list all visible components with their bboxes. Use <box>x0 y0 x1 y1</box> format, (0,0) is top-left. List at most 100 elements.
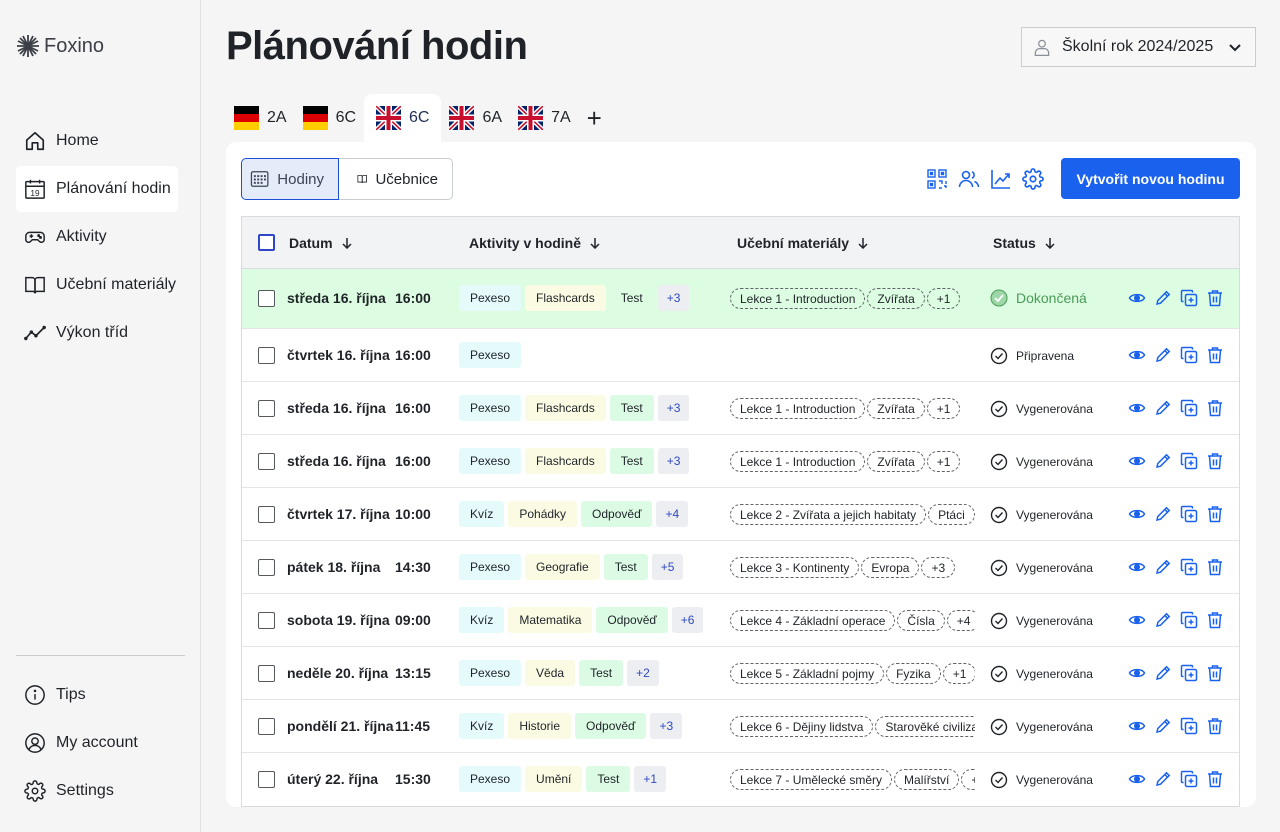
view-eye-icon[interactable] <box>1128 452 1146 470</box>
duplicate-icon[interactable] <box>1180 399 1198 417</box>
nav-item-class-performance[interactable]: Výkon tříd <box>16 310 185 356</box>
duplicate-icon[interactable] <box>1180 346 1198 364</box>
duplicate-icon[interactable] <box>1180 289 1198 307</box>
edit-pencil-icon[interactable] <box>1154 717 1172 735</box>
edit-pencil-icon[interactable] <box>1154 346 1172 364</box>
view-eye-icon[interactable] <box>1128 558 1146 576</box>
nav-item-tips[interactable]: Tips <box>16 672 185 718</box>
table-row[interactable]: neděle 20. října 13:15 Pexeso Věda Test +2 Lek… <box>242 647 1239 700</box>
row-checkbox[interactable] <box>258 559 275 576</box>
view-eye-icon[interactable] <box>1128 399 1146 417</box>
sort-status-header[interactable]: Status <box>993 235 1056 251</box>
row-checkbox[interactable] <box>258 506 275 523</box>
duplicate-icon[interactable] <box>1180 664 1198 682</box>
nav-item-activities[interactable]: Aktivity <box>16 214 185 260</box>
view-eye-icon[interactable] <box>1128 346 1146 364</box>
delete-trash-icon[interactable] <box>1206 664 1224 682</box>
table-row[interactable]: sobota 19. října 09:00 Kvíz Matematika Odpov… <box>242 594 1239 647</box>
delete-trash-icon[interactable] <box>1206 346 1224 364</box>
nav-item-lesson-planning[interactable]: 19 Plánování hodin <box>16 166 178 212</box>
row-actions <box>1128 717 1224 735</box>
edit-pencil-icon[interactable] <box>1154 289 1172 307</box>
row-checkbox[interactable] <box>258 612 275 629</box>
table-row[interactable]: pondělí 21. října 11:45 Kvíz Historie Odpově… <box>242 700 1239 753</box>
more-activities-badge[interactable]: +3 <box>650 713 683 739</box>
qr-code-icon[interactable] <box>926 168 948 190</box>
sort-date-header[interactable]: Datum <box>289 235 353 251</box>
row-checkbox[interactable] <box>258 665 275 682</box>
edit-pencil-icon[interactable] <box>1154 452 1172 470</box>
nav-item-my-account[interactable]: My account <box>16 720 185 766</box>
sort-activities-header[interactable]: Aktivity v hodině <box>469 235 601 251</box>
table-row[interactable]: čtvrtek 17. října 10:00 Kvíz Pohádky Odpověď… <box>242 488 1239 541</box>
edit-pencil-icon[interactable] <box>1154 399 1172 417</box>
lesson-date: neděle 20. října <box>287 665 389 681</box>
gear-icon[interactable] <box>1022 168 1044 190</box>
row-checkbox[interactable] <box>258 718 275 735</box>
delete-trash-icon[interactable] <box>1206 399 1224 417</box>
tab-class-7a[interactable]: 7A <box>510 94 579 142</box>
table-row[interactable]: středa 16. října 16:00 Pexeso Flashcards Tes… <box>242 382 1239 435</box>
view-eye-icon[interactable] <box>1128 717 1146 735</box>
delete-trash-icon[interactable] <box>1206 452 1224 470</box>
row-checkbox[interactable] <box>258 290 275 307</box>
table-row[interactable]: pátek 18. října 14:30 Pexeso Geografie Test +… <box>242 541 1239 594</box>
edit-pencil-icon[interactable] <box>1154 558 1172 576</box>
edit-pencil-icon[interactable] <box>1154 664 1172 682</box>
add-class-button[interactable]: + <box>579 103 610 134</box>
delete-trash-icon[interactable] <box>1206 611 1224 629</box>
school-year-select[interactable]: Školní rok 2024/2025 <box>1021 27 1256 67</box>
tab-class-6c[interactable]: 6C <box>295 94 364 142</box>
sort-materials-header[interactable]: Učební materiály <box>737 235 869 251</box>
view-textbooks-button[interactable]: Učebnice <box>339 158 453 200</box>
edit-pencil-icon[interactable] <box>1154 770 1172 788</box>
row-checkbox[interactable] <box>258 347 275 364</box>
edit-pencil-icon[interactable] <box>1154 611 1172 629</box>
tab-class-2a[interactable]: 2A <box>226 94 295 142</box>
duplicate-icon[interactable] <box>1180 611 1198 629</box>
logo[interactable]: Foxino <box>16 34 104 58</box>
nav-item-settings[interactable]: Settings <box>16 768 185 814</box>
more-activities-badge[interactable]: +3 <box>657 285 690 311</box>
select-all-checkbox[interactable] <box>258 234 275 251</box>
duplicate-icon[interactable] <box>1180 505 1198 523</box>
more-activities-badge[interactable]: +2 <box>627 660 659 686</box>
view-eye-icon[interactable] <box>1128 611 1146 629</box>
more-activities-badge[interactable]: +6 <box>671 607 704 633</box>
delete-trash-icon[interactable] <box>1206 505 1224 523</box>
delete-trash-icon[interactable] <box>1206 717 1224 735</box>
view-eye-icon[interactable] <box>1128 770 1146 788</box>
more-activities-badge[interactable]: +4 <box>656 501 689 527</box>
row-checkbox[interactable] <box>258 400 275 417</box>
table-row[interactable]: úterý 22. října 15:30 Pexeso Umění Test +1 Lek… <box>242 753 1239 806</box>
table-row[interactable]: středa 16. října 16:00 Pexeso Flashcards Tes… <box>242 269 1239 329</box>
delete-trash-icon[interactable] <box>1206 558 1224 576</box>
activity-tag: Kvíz <box>459 713 505 739</box>
create-lesson-button[interactable]: Vytvořit novou hodinu <box>1061 158 1240 199</box>
nav-item-materials[interactable]: Učební materiály <box>16 262 185 308</box>
delete-trash-icon[interactable] <box>1206 770 1224 788</box>
students-icon[interactable] <box>958 168 980 190</box>
duplicate-icon[interactable] <box>1180 558 1198 576</box>
nav-item-home[interactable]: Home <box>16 118 185 164</box>
chart-icon[interactable] <box>990 168 1012 190</box>
tab-class-6a[interactable]: 6A <box>441 94 510 142</box>
view-eye-icon[interactable] <box>1128 664 1146 682</box>
more-activities-badge[interactable]: +5 <box>651 554 684 580</box>
view-eye-icon[interactable] <box>1128 505 1146 523</box>
duplicate-icon[interactable] <box>1180 717 1198 735</box>
row-checkbox[interactable] <box>258 453 275 470</box>
duplicate-icon[interactable] <box>1180 452 1198 470</box>
tab-class-6c[interactable]: 6C <box>364 94 442 142</box>
view-lessons-button[interactable]: Hodiny <box>241 158 339 200</box>
more-activities-badge[interactable]: +3 <box>657 395 690 421</box>
table-row[interactable]: čtvrtek 16. října 16:00 Pexeso Připravena <box>242 329 1239 382</box>
row-checkbox[interactable] <box>258 771 275 788</box>
more-activities-badge[interactable]: +3 <box>657 448 690 474</box>
view-eye-icon[interactable] <box>1128 289 1146 307</box>
duplicate-icon[interactable] <box>1180 770 1198 788</box>
table-row[interactable]: středa 16. října 16:00 Pexeso Flashcards Tes… <box>242 435 1239 488</box>
delete-trash-icon[interactable] <box>1206 289 1224 307</box>
more-activities-badge[interactable]: +1 <box>634 766 667 792</box>
edit-pencil-icon[interactable] <box>1154 505 1172 523</box>
